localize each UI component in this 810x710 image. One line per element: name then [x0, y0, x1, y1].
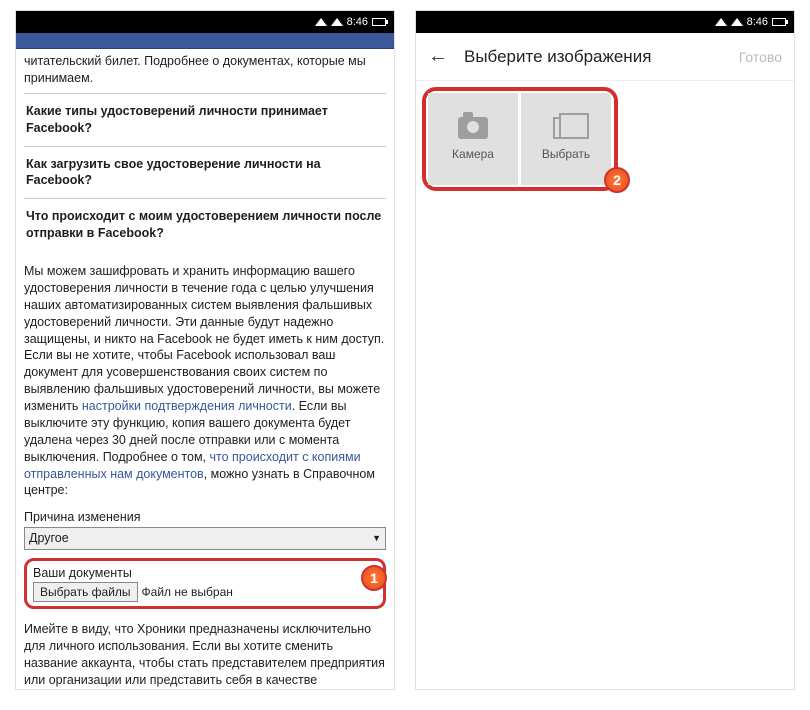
fb-header [16, 33, 394, 49]
camera-option[interactable]: Камера [428, 93, 518, 185]
camera-label: Камера [452, 147, 494, 161]
intro-text: читательский билет. Подробнее о документ… [24, 53, 386, 87]
chevron-down-icon: ▼ [372, 532, 381, 544]
picker-header: ← Выберите изображения Готово [416, 33, 794, 81]
reason-value: Другое [29, 530, 69, 547]
gallery-option[interactable]: Выбрать [521, 93, 611, 185]
back-icon[interactable]: ← [428, 45, 448, 68]
reason-select[interactable]: Другое ▼ [24, 527, 386, 550]
choose-label: Выбрать [542, 147, 590, 161]
choose-files-button[interactable]: Выбрать файлы [33, 582, 138, 602]
status-time: 8:46 [347, 16, 368, 28]
faq-item[interactable]: Как загрузить свое удостоверение личност… [24, 146, 386, 199]
faq-item[interactable]: Какие типы удостоверений личности приним… [24, 93, 386, 146]
reason-label: Причина изменения [24, 509, 386, 526]
docs-label: Ваши документы [33, 565, 377, 582]
fb-content: читательский билет. Подробнее о документ… [16, 49, 394, 689]
picker-title: Выберите изображения [464, 47, 723, 67]
step-badge-2: 2 [604, 167, 630, 193]
link-settings[interactable]: настройки подтверждения личности [82, 399, 292, 413]
docs-block: Ваши документы Выбрать файлы Файл не выбр… [24, 558, 386, 609]
picker-body: Камера Выбрать 2 [416, 81, 794, 197]
done-button[interactable]: Готово [739, 49, 782, 65]
note-text: Имейте в виду, что Хроники предназначены… [24, 621, 386, 689]
picker-options: Камера Выбрать [422, 87, 618, 191]
phone-right: 8:46 ← Выберите изображения Готово Камер… [415, 10, 795, 690]
body-text: Мы можем зашифровать и хранить информаци… [24, 263, 386, 499]
status-bar: 8:46 [16, 11, 394, 33]
gallery-icon [553, 117, 579, 139]
camera-icon [458, 117, 488, 139]
faq-item[interactable]: Что происходит с моим удостоверением лич… [24, 198, 386, 251]
phone-left: 8:46 читательский билет. Подробнее о док… [15, 10, 395, 690]
status-time: 8:46 [747, 16, 768, 28]
step-badge-1: 1 [361, 565, 387, 591]
status-bar: 8:46 [416, 11, 794, 33]
file-status: Файл не выбран [142, 585, 233, 599]
